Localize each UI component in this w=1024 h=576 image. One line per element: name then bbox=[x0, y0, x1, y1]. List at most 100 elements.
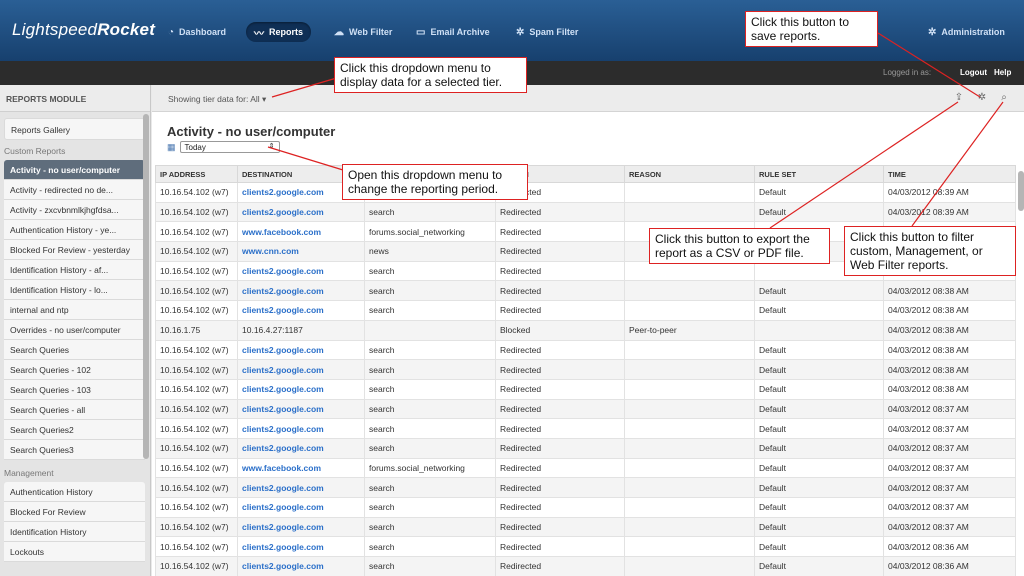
table-scrollbar[interactable] bbox=[1018, 171, 1024, 211]
nav-reports[interactable]: 〰 Reports bbox=[246, 22, 312, 42]
sidebar-item-reports-gallery[interactable]: Reports Gallery bbox=[4, 118, 145, 140]
management-list: Authentication History Blocked For Review… bbox=[4, 482, 145, 562]
column-header[interactable]: TIME bbox=[883, 165, 1016, 183]
destination-link[interactable]: clients2.google.com bbox=[237, 516, 365, 538]
destination-link[interactable]: clients2.google.com bbox=[237, 378, 365, 400]
sidebar-item-custom-report[interactable]: Authentication History - ye... bbox=[4, 220, 145, 240]
table-cell: Redirected bbox=[495, 359, 625, 380]
column-header[interactable]: REASON bbox=[624, 165, 755, 183]
destination-link[interactable]: clients2.google.com bbox=[237, 201, 365, 223]
custom-reports-list: Activity - no user/computer Activity - re… bbox=[4, 160, 145, 460]
logout-link[interactable]: Logout bbox=[960, 68, 987, 77]
period-dropdown[interactable]: Today ⇕ bbox=[179, 141, 280, 153]
destination-link[interactable]: clients2.google.com bbox=[237, 437, 365, 459]
help-link[interactable]: Help bbox=[994, 68, 1011, 77]
sidebar-item-custom-report[interactable]: Search Queries2 bbox=[4, 420, 145, 440]
table-row[interactable]: 10.16.54.102 (w7) clients2.google.com sear… bbox=[155, 418, 1016, 439]
sidebar-scrollbar[interactable] bbox=[143, 114, 149, 459]
table-cell: 04/03/2012 08:37 AM bbox=[883, 477, 1016, 498]
table-cell: 10.16.54.102 (w7) bbox=[155, 359, 238, 380]
table-row[interactable]: 10.16.54.102 (w7) clients2.google.com sear… bbox=[155, 300, 1016, 321]
table-cell: 04/03/2012 08:37 AM bbox=[883, 418, 1016, 439]
sidebar-item-management-report[interactable]: Blocked For Review bbox=[4, 502, 145, 522]
table-row[interactable]: 10.16.54.102 (w7)clients2.google.comRedi… bbox=[155, 182, 1016, 203]
table-cell bbox=[624, 300, 755, 321]
table-row[interactable]: 10.16.54.102 (w7) clients2.google.com sear… bbox=[155, 556, 1016, 576]
nav-web-filter[interactable]: ☁ Web Filter bbox=[326, 22, 400, 42]
table-row[interactable]: 10.16.54.102 (w7) clients2.google.com sear… bbox=[155, 516, 1016, 538]
destination-link[interactable]: clients2.google.com bbox=[237, 536, 365, 558]
nav-dashboard[interactable]: ◔ Dashboard bbox=[160, 22, 234, 42]
table-cell bbox=[624, 418, 755, 439]
destination-link[interactable]: www.facebook.com bbox=[237, 457, 365, 479]
sidebar-item-custom-report[interactable]: Search Queries - all bbox=[4, 400, 145, 420]
table-cell: Redirected bbox=[495, 241, 625, 262]
table-cell bbox=[754, 319, 884, 341]
sidebar-item-custom-report[interactable]: Activity - no user/computer bbox=[4, 160, 145, 180]
sidebar-item-custom-report[interactable]: Blocked For Review - yesterday bbox=[4, 240, 145, 260]
nav-spam-filter[interactable]: ✲ Spam Filter bbox=[508, 22, 586, 42]
destination-link[interactable]: www.facebook.com bbox=[237, 221, 365, 243]
table-row[interactable]: 10.16.54.102 (w7) clients2.google.com sear… bbox=[155, 398, 1016, 420]
reports-sidebar: REPORTS MODULE Reports Gallery Custom Re… bbox=[0, 85, 151, 576]
table-cell: Default bbox=[754, 300, 884, 321]
sidebar-item-custom-report[interactable]: Search Queries bbox=[4, 340, 145, 360]
table-cell bbox=[624, 497, 755, 518]
destination-link[interactable]: clients2.google.com bbox=[237, 339, 365, 361]
sidebar-item-custom-report[interactable]: Search Queries - 102 bbox=[4, 360, 145, 380]
sidebar-item-custom-report[interactable]: Activity - redirected no de... bbox=[4, 180, 145, 200]
destination-link[interactable]: clients2.google.com bbox=[237, 300, 365, 321]
table-row[interactable]: 10.16.54.102 (w7) clients2.google.com sear… bbox=[155, 339, 1016, 361]
table-cell: 04/03/2012 08:38 AM bbox=[883, 378, 1016, 400]
table-row[interactable]: 10.16.54.102 (w7) clients2.google.com sear… bbox=[155, 477, 1016, 498]
destination-link[interactable]: clients2.google.com bbox=[237, 556, 365, 576]
app-logo[interactable]: LightspeedRocket bbox=[12, 20, 155, 40]
table-cell: Redirected bbox=[495, 457, 625, 479]
sidebar-item-custom-report[interactable]: Identification History - lo... bbox=[4, 280, 145, 300]
sidebar-item-management-report[interactable]: Authentication History bbox=[4, 482, 145, 502]
search-icon[interactable]: ⌕ bbox=[997, 91, 1011, 105]
table-row[interactable]: 10.16.54.102 (w7) clients2.google.com sear… bbox=[155, 359, 1016, 380]
table-cell: search bbox=[364, 497, 496, 518]
table-row[interactable]: 10.16.54.102 (w7) clients2.google.com sear… bbox=[155, 201, 1016, 223]
table-cell: news bbox=[364, 241, 496, 262]
destination-link[interactable]: 10.16.4.27:1187 bbox=[237, 319, 365, 341]
sidebar-item-custom-report[interactable]: Search Queries3 bbox=[4, 440, 145, 460]
table-row[interactable]: 10.16.54.102 (w7) www.facebook.com forums.… bbox=[155, 457, 1016, 479]
table-cell: 10.16.54.102 (w7) bbox=[155, 437, 238, 459]
gear-icon[interactable]: ✲ bbox=[975, 91, 989, 105]
destination-link[interactable]: www.cnn.com bbox=[237, 241, 365, 262]
destination-link[interactable]: clients2.google.com bbox=[237, 398, 365, 420]
table-row[interactable]: 10.16.54.102 (w7) clients2.google.com sear… bbox=[155, 280, 1016, 302]
destination-link[interactable]: clients2.google.com bbox=[237, 359, 365, 380]
sidebar-item-custom-report[interactable]: Activity - zxcvbnmlkjhgfdsa... bbox=[4, 200, 145, 220]
sidebar-item-custom-report[interactable]: Overrides - no user/computer bbox=[4, 320, 145, 340]
destination-link[interactable]: clients2.google.com bbox=[237, 260, 365, 282]
table-row[interactable]: 10.16.54.102 (w7) clients2.google.com sear… bbox=[155, 536, 1016, 558]
sidebar-item-custom-report[interactable]: internal and ntp bbox=[4, 300, 145, 320]
sidebar-item-custom-report[interactable]: Identification History - af... bbox=[4, 260, 145, 280]
export-icon[interactable]: ⇪ bbox=[952, 91, 966, 105]
destination-link[interactable]: clients2.google.com bbox=[237, 280, 365, 302]
table-cell: search bbox=[364, 536, 496, 558]
tier-dropdown[interactable]: Showing tier data for: All ▾ bbox=[168, 94, 266, 105]
table-row[interactable]: 10.16.1.75 10.16.4.27:1187 Blocked Peer-to-… bbox=[155, 319, 1016, 341]
sidebar-item-management-report[interactable]: Identification History bbox=[4, 522, 145, 542]
management-label: Management bbox=[4, 468, 54, 478]
nav-administration[interactable]: ✲ Administration bbox=[920, 22, 1013, 42]
nav-email-archive[interactable]: ▭ Email Archive bbox=[408, 22, 498, 42]
sidebar-item-custom-report[interactable]: Search Queries - 103 bbox=[4, 380, 145, 400]
table-cell: Redirected bbox=[495, 516, 625, 538]
sidebar-item-management-report[interactable]: Lockouts bbox=[4, 542, 145, 562]
table-row[interactable]: 10.16.54.102 (w7) clients2.google.com sear… bbox=[155, 497, 1016, 518]
column-header[interactable]: RULE SET bbox=[754, 165, 884, 183]
table-cell: 10.16.54.102 (w7) bbox=[155, 497, 238, 518]
destination-link[interactable]: clients2.google.com bbox=[237, 477, 365, 498]
tier-bar: Showing tier data for: All ▾ ⇪ ✲ ⌕ bbox=[152, 85, 1024, 112]
column-header[interactable]: IP ADDRESS bbox=[155, 165, 238, 183]
table-row[interactable]: 10.16.54.102 (w7) clients2.google.com sear… bbox=[155, 378, 1016, 400]
destination-link[interactable]: clients2.google.com bbox=[237, 418, 365, 439]
table-row[interactable]: 10.16.54.102 (w7) clients2.google.com sear… bbox=[155, 437, 1016, 459]
destination-link[interactable]: clients2.google.com bbox=[237, 497, 365, 518]
callout-tier: Click this dropdown menu to display data… bbox=[334, 57, 527, 93]
